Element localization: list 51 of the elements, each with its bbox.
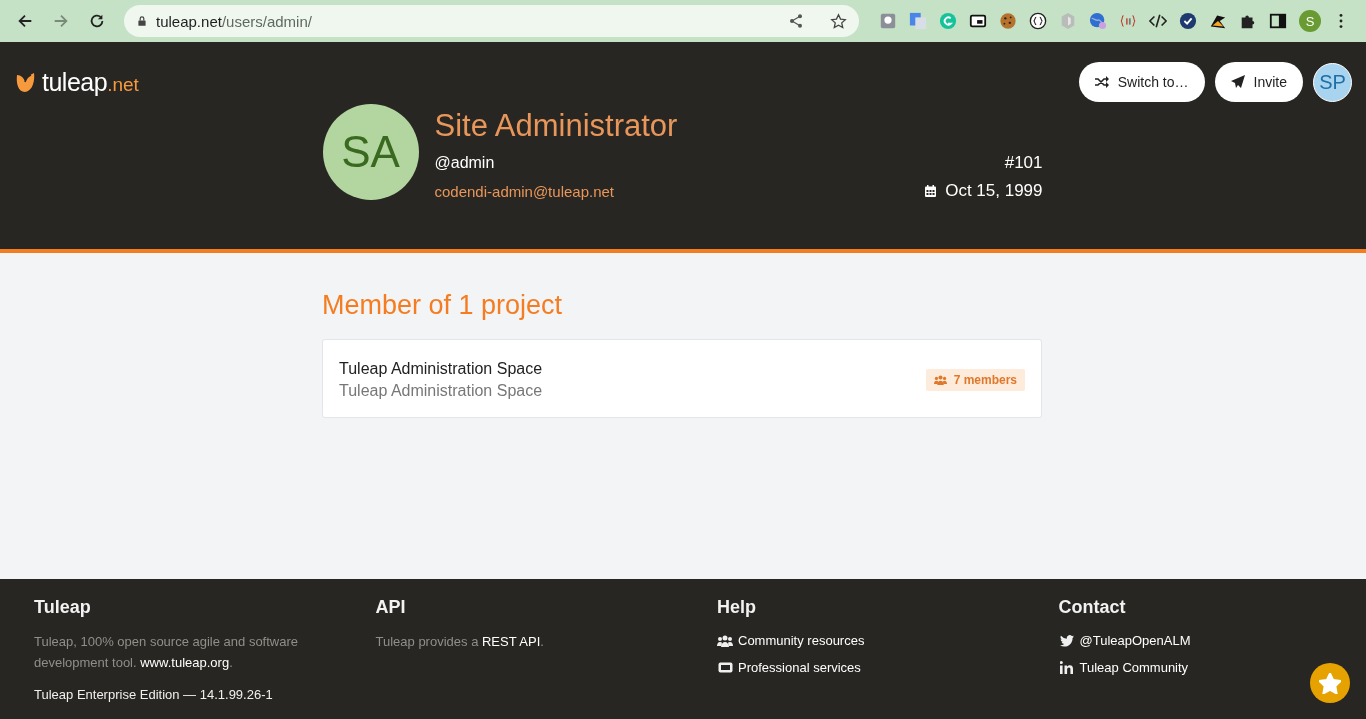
- project-description: Tuleap Administration Space: [339, 381, 544, 401]
- back-icon[interactable]: [16, 12, 34, 30]
- tulip-logo-icon: [15, 70, 36, 94]
- code-icon[interactable]: [1149, 12, 1167, 30]
- cookie-icon[interactable]: [999, 12, 1017, 30]
- user-full-name: Site Administrator: [434, 107, 679, 145]
- user-email: codendi-admin@tuleap.net: [434, 182, 614, 200]
- footer-link[interactable]: Professional services: [738, 658, 861, 677]
- project-card[interactable]: Tuleap Administration Space Tuleap Administration Space 7 members: [322, 339, 1042, 418]
- section-title: Member of 1 project: [322, 289, 564, 322]
- shuffle-icon: [1094, 76, 1109, 88]
- footer-heading: Contact: [1058, 596, 1127, 619]
- reload-icon[interactable]: [88, 12, 106, 30]
- ticket-icon: [717, 662, 733, 673]
- address-field[interactable]: tuleap.net/users/admin/: [124, 5, 859, 37]
- lock-icon[interactable]: [136, 15, 148, 27]
- star-icon[interactable]: [830, 12, 847, 30]
- footer-heading: Help: [717, 596, 757, 619]
- footer-text: Tuleap provides a REST API.: [375, 633, 545, 651]
- project-name[interactable]: Tuleap Administration Space: [339, 358, 926, 380]
- translate-icon[interactable]: [909, 12, 927, 30]
- version-text: Tuleap Enterprise Edition — 14.1.99.26-1: [34, 687, 274, 702]
- registration-date: Oct 15, 1999: [945, 181, 1043, 201]
- footer-heading: Tuleap: [34, 596, 92, 619]
- forward-icon[interactable]: [52, 12, 70, 30]
- invite-button[interactable]: Invite: [1214, 62, 1303, 102]
- sidebar-icon[interactable]: [1269, 12, 1287, 30]
- braces-icon[interactable]: [1029, 12, 1047, 30]
- user-id: #101: [1004, 153, 1043, 173]
- paper-plane-icon: [1230, 75, 1245, 89]
- footer-link[interactable]: Community resources: [738, 631, 865, 650]
- favorite-button[interactable]: [1310, 663, 1350, 703]
- globe-icon[interactable]: [1089, 12, 1107, 30]
- footer-heading: API: [375, 596, 407, 619]
- footer-link[interactable]: REST API: [482, 634, 541, 649]
- members-badge: 7 members: [925, 369, 1025, 391]
- users-icon: [717, 634, 733, 647]
- share-icon[interactable]: [788, 13, 804, 29]
- profile-avatar: SA: [322, 104, 419, 200]
- footer-link[interactable]: @TuleapOpenALM: [1079, 631, 1191, 650]
- users-icon: [933, 375, 947, 385]
- linkedin-icon: [1060, 661, 1073, 674]
- calendar-icon: [925, 185, 937, 197]
- site-logo-text[interactable]: tuleap.net: [42, 67, 139, 97]
- window-icon[interactable]: [969, 12, 987, 30]
- check-icon[interactable]: [1179, 12, 1197, 30]
- footer-text: Tuleap, 100% open source agile and software development tool. www.tuleap.org.: [34, 633, 300, 672]
- username: @admin: [434, 154, 495, 172]
- footer-link[interactable]: Tuleap Community: [1079, 658, 1189, 677]
- star-icon: [1319, 672, 1341, 694]
- switch-button[interactable]: Switch to…: [1078, 62, 1205, 102]
